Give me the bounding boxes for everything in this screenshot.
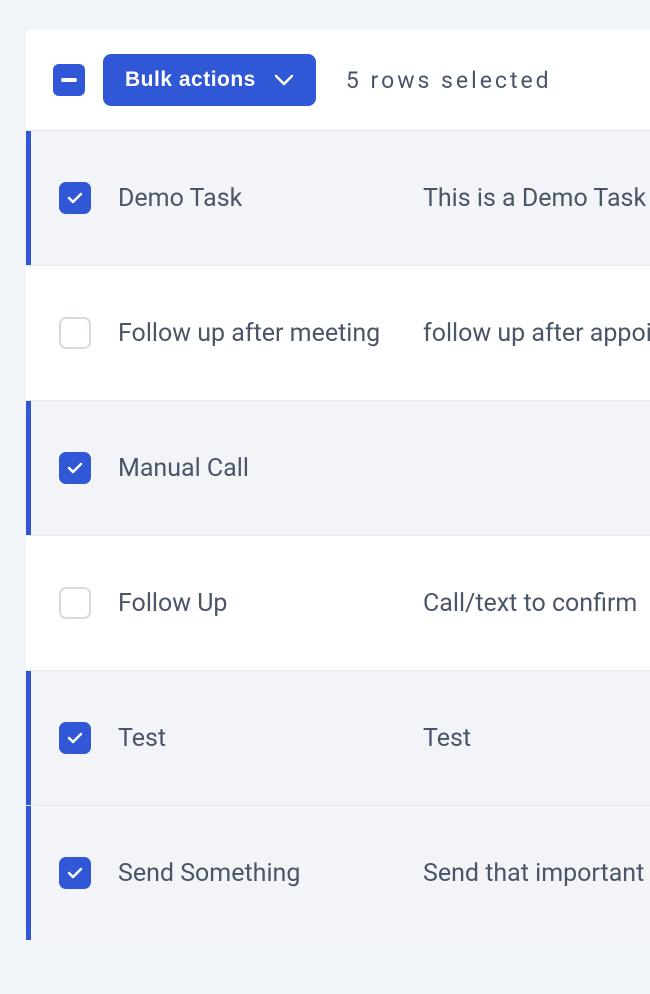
table-row[interactable]: Send Something Send that important: [26, 805, 650, 940]
table-row[interactable]: Test Test: [26, 670, 650, 805]
row-title: Follow Up: [118, 589, 423, 618]
checkmark-icon: [67, 867, 83, 879]
row-description: Call/text to confirm: [423, 589, 637, 618]
selection-count: 5 rows selected: [346, 67, 552, 94]
row-title: Manual Call: [118, 454, 423, 483]
row-checkbox[interactable]: [59, 452, 91, 484]
master-checkbox[interactable]: [53, 64, 85, 96]
table-row[interactable]: Manual Call: [26, 400, 650, 535]
row-checkbox[interactable]: [59, 587, 91, 619]
row-description: follow up after appointment: [423, 319, 650, 348]
row-title: Test: [118, 724, 423, 753]
row-checkbox[interactable]: [59, 857, 91, 889]
task-list-panel: Bulk actions 5 rows selected Demo Task T…: [26, 30, 650, 940]
row-description: Send that important: [423, 859, 644, 888]
row-description: Test: [423, 724, 471, 753]
chevron-down-icon: [274, 74, 294, 86]
toolbar: Bulk actions 5 rows selected: [26, 30, 650, 130]
checkmark-icon: [67, 462, 83, 474]
table-row[interactable]: Follow up after meeting follow up after …: [26, 265, 650, 400]
row-checkbox[interactable]: [59, 317, 91, 349]
bulk-actions-label: Bulk actions: [125, 68, 256, 92]
table-row[interactable]: Demo Task This is a Demo Task: [26, 130, 650, 265]
row-title: Demo Task: [118, 184, 423, 213]
table-row[interactable]: Follow Up Call/text to confirm: [26, 535, 650, 670]
indeterminate-icon: [61, 78, 77, 82]
row-description: This is a Demo Task: [423, 184, 646, 213]
row-title: Send Something: [118, 859, 423, 888]
checkmark-icon: [67, 192, 83, 204]
bulk-actions-button[interactable]: Bulk actions: [103, 54, 316, 106]
checkmark-icon: [67, 732, 83, 744]
row-title: Follow up after meeting: [118, 319, 423, 348]
row-checkbox[interactable]: [59, 722, 91, 754]
row-checkbox[interactable]: [59, 182, 91, 214]
